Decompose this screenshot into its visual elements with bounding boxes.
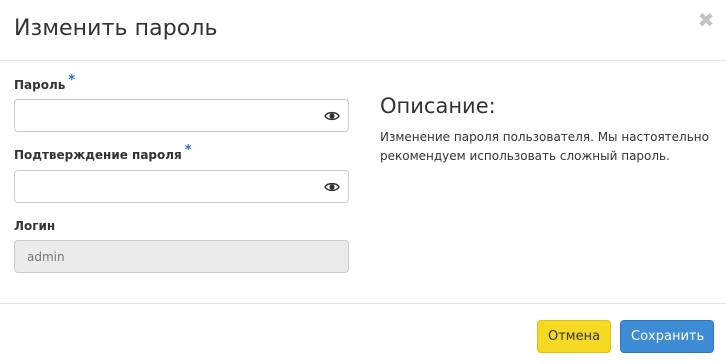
modal-footer: Отмена Сохранить [0, 303, 726, 364]
login-input[interactable] [14, 240, 349, 273]
close-icon[interactable]: ✖ [696, 10, 716, 30]
required-mark: * [184, 143, 192, 158]
modal-title: Изменить пароль [14, 16, 218, 41]
password-label-text: Пароль [14, 78, 66, 92]
eye-icon[interactable] [324, 179, 340, 193]
required-mark: * [68, 73, 76, 88]
description-title: Описание: [380, 94, 496, 118]
password-input[interactable] [14, 99, 349, 132]
modal-header: Изменить пароль ✖ [0, 0, 726, 61]
confirm-password-input[interactable] [14, 170, 349, 203]
password-label: Пароль * [14, 73, 75, 93]
password-field-wrap [14, 99, 349, 132]
login-label: Логин [14, 219, 56, 233]
save-button[interactable]: Сохранить [620, 320, 714, 353]
cancel-button[interactable]: Отмена [537, 320, 611, 353]
confirm-password-label-text: Подтверждение пароля [14, 148, 182, 162]
confirm-password-field-wrap [14, 170, 349, 203]
eye-icon[interactable] [324, 108, 340, 122]
description-text: Изменение пароля пользователя. Мы настоя… [380, 130, 709, 163]
confirm-password-label: Подтверждение пароля * [14, 143, 192, 163]
